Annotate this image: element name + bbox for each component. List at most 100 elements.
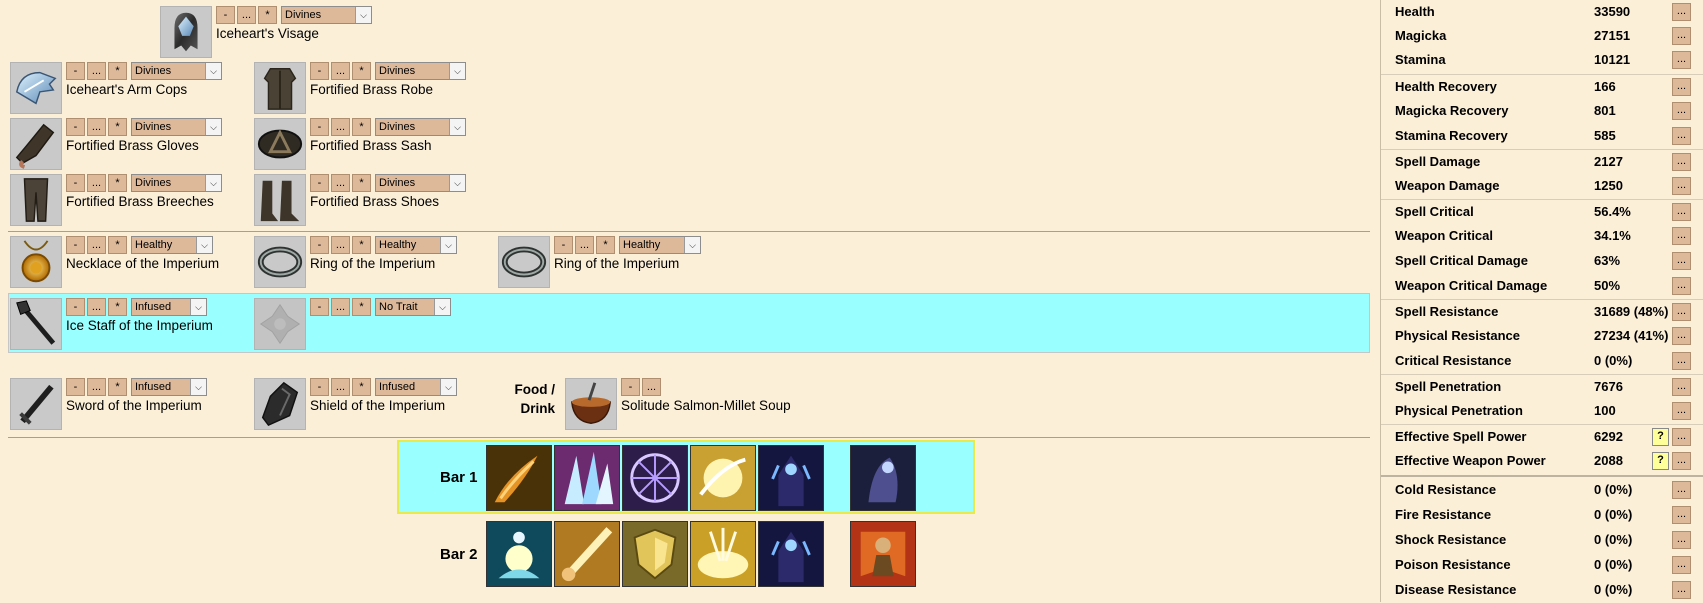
more-button[interactable]: ... xyxy=(642,378,661,396)
stat-details-button[interactable]: ... xyxy=(1672,428,1691,446)
more-button[interactable]: ... xyxy=(87,298,106,316)
robe-icon[interactable] xyxy=(254,62,306,114)
trait-select[interactable]: Divines ⌵ xyxy=(375,62,466,80)
trait-select[interactable]: Healthy ⌵ xyxy=(619,236,701,254)
enchant-button[interactable]: * xyxy=(108,236,127,254)
fiery-streak-icon[interactable] xyxy=(486,445,552,511)
stat-details-button[interactable]: ... xyxy=(1672,227,1691,245)
stat-details-button[interactable]: ... xyxy=(1672,203,1691,221)
more-button[interactable]: ... xyxy=(331,62,350,80)
enchant-button[interactable]: * xyxy=(352,174,371,192)
more-button[interactable]: ... xyxy=(87,174,106,192)
trait-select[interactable]: Divines ⌵ xyxy=(131,62,222,80)
trait-select[interactable]: Healthy ⌵ xyxy=(131,236,213,254)
sword-icon[interactable] xyxy=(10,378,62,430)
soup-bowl-icon[interactable] xyxy=(565,378,617,430)
help-button[interactable]: ? xyxy=(1652,428,1669,446)
warrior-banner-icon[interactable] xyxy=(850,521,916,587)
stat-details-button[interactable]: ... xyxy=(1672,531,1691,549)
unequip-button[interactable]: - xyxy=(310,174,329,192)
stat-details-button[interactable]: ... xyxy=(1672,556,1691,574)
unequip-button[interactable]: - xyxy=(66,62,85,80)
stat-details-button[interactable]: ... xyxy=(1672,3,1691,21)
arcane-rune-icon[interactable] xyxy=(622,445,688,511)
ice-staff-icon[interactable] xyxy=(10,298,62,350)
shoes-icon[interactable] xyxy=(254,174,306,226)
trait-select[interactable]: Divines ⌵ xyxy=(375,118,466,136)
breeches-icon[interactable] xyxy=(10,174,62,226)
unequip-button[interactable]: - xyxy=(66,174,85,192)
stat-details-button[interactable]: ... xyxy=(1672,78,1691,96)
radiant-glow-icon[interactable] xyxy=(690,521,756,587)
empty-slot-icon[interactable] xyxy=(254,298,306,350)
ring-icon[interactable] xyxy=(498,236,550,288)
more-button[interactable]: ... xyxy=(331,118,350,136)
crystal-shards-icon[interactable] xyxy=(554,445,620,511)
unequip-button[interactable]: - xyxy=(66,236,85,254)
enchant-button[interactable]: * xyxy=(352,298,371,316)
trait-select[interactable]: Divines ⌵ xyxy=(131,174,222,192)
helmet-icon[interactable] xyxy=(160,6,212,58)
trait-select[interactable]: No Trait ⌵ xyxy=(375,298,451,316)
stat-details-button[interactable]: ... xyxy=(1672,153,1691,171)
stat-details-button[interactable]: ... xyxy=(1672,303,1691,321)
unequip-button[interactable]: - xyxy=(554,236,573,254)
more-button[interactable]: ... xyxy=(331,174,350,192)
enchant-button[interactable]: * xyxy=(108,62,127,80)
necklace-icon[interactable] xyxy=(10,236,62,288)
trait-select[interactable]: Infused ⌵ xyxy=(131,298,207,316)
stat-details-button[interactable]: ... xyxy=(1672,277,1691,295)
more-button[interactable]: ... xyxy=(87,236,106,254)
unequip-button[interactable]: - xyxy=(310,236,329,254)
stat-details-button[interactable]: ... xyxy=(1672,402,1691,420)
unequip-button[interactable]: - xyxy=(216,6,235,24)
stat-details-button[interactable]: ... xyxy=(1672,481,1691,499)
more-button[interactable]: ... xyxy=(331,236,350,254)
golden-shield-icon[interactable] xyxy=(622,521,688,587)
more-button[interactable]: ... xyxy=(237,6,256,24)
trait-select[interactable]: Healthy ⌵ xyxy=(375,236,457,254)
stat-details-button[interactable]: ... xyxy=(1672,378,1691,396)
trait-select[interactable]: Infused ⌵ xyxy=(375,378,457,396)
unequip-button[interactable]: - xyxy=(621,378,640,396)
sash-icon[interactable] xyxy=(254,118,306,170)
enchant-button[interactable]: * xyxy=(352,378,371,396)
more-button[interactable]: ... xyxy=(87,62,106,80)
stat-details-button[interactable]: ... xyxy=(1672,27,1691,45)
trait-select[interactable]: Divines ⌵ xyxy=(281,6,372,24)
unequip-button[interactable]: - xyxy=(66,378,85,396)
enchant-button[interactable]: * xyxy=(258,6,277,24)
enchant-button[interactable]: * xyxy=(108,378,127,396)
enchant-button[interactable]: * xyxy=(108,298,127,316)
trait-select[interactable]: Divines ⌵ xyxy=(375,174,466,192)
unequip-button[interactable]: - xyxy=(66,118,85,136)
stat-details-button[interactable]: ... xyxy=(1672,102,1691,120)
enchant-button[interactable]: * xyxy=(352,62,371,80)
unequip-button[interactable]: - xyxy=(310,298,329,316)
ring-icon[interactable] xyxy=(254,236,306,288)
enchant-button[interactable]: * xyxy=(352,236,371,254)
unequip-button[interactable]: - xyxy=(310,62,329,80)
stat-details-button[interactable]: ... xyxy=(1672,581,1691,599)
shadow-cloak-icon[interactable] xyxy=(850,445,916,511)
shoulder-armor-icon[interactable] xyxy=(10,62,62,114)
help-button[interactable]: ? xyxy=(1652,452,1669,470)
enchant-button[interactable]: * xyxy=(108,174,127,192)
light-sword-icon[interactable] xyxy=(554,521,620,587)
meditation-icon[interactable] xyxy=(486,521,552,587)
stat-details-button[interactable]: ... xyxy=(1672,252,1691,270)
more-button[interactable]: ... xyxy=(331,378,350,396)
dark-mage-icon[interactable] xyxy=(758,521,824,587)
more-button[interactable]: ... xyxy=(575,236,594,254)
stat-details-button[interactable]: ... xyxy=(1672,51,1691,69)
stat-details-button[interactable]: ... xyxy=(1672,327,1691,345)
enchant-button[interactable]: * xyxy=(596,236,615,254)
more-button[interactable]: ... xyxy=(87,118,106,136)
dark-mage-icon[interactable] xyxy=(758,445,824,511)
golden-burst-icon[interactable] xyxy=(690,445,756,511)
unequip-button[interactable]: - xyxy=(310,118,329,136)
stat-details-button[interactable]: ... xyxy=(1672,352,1691,370)
stat-details-button[interactable]: ... xyxy=(1672,452,1691,470)
enchant-button[interactable]: * xyxy=(108,118,127,136)
enchant-button[interactable]: * xyxy=(352,118,371,136)
